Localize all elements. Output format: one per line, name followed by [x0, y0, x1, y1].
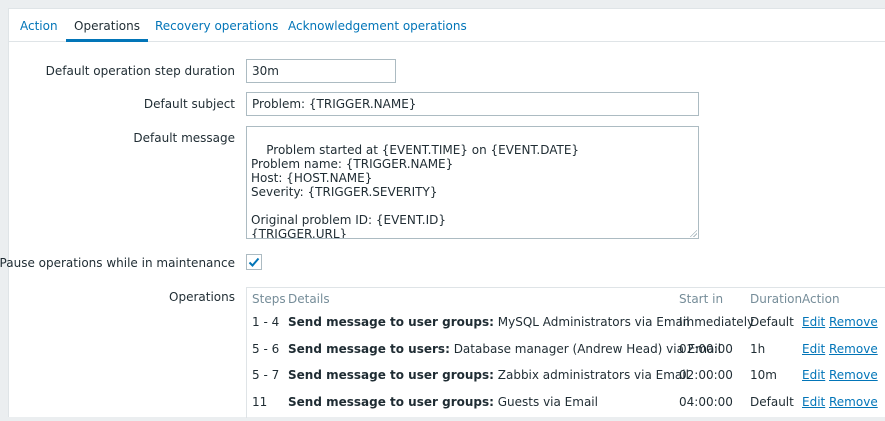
row-start-in: 04:00:00 — [679, 395, 733, 409]
step-duration-input[interactable]: 30m — [246, 59, 396, 83]
row-start-in: 02:00:00 — [679, 342, 733, 356]
row-steps: 5 - 6 — [252, 342, 280, 356]
operation-row: 1 - 4 Send message to user groups: MySQL… — [247, 315, 885, 341]
default-subject-input[interactable]: Problem: {TRIGGER.NAME} — [246, 92, 699, 116]
tab-operations[interactable]: Operations — [66, 9, 148, 42]
remove-link[interactable]: Remove — [829, 395, 878, 409]
step-duration-label: Default operation step duration — [45, 64, 235, 78]
row-steps: 5 - 7 — [252, 368, 280, 382]
row-duration: Default — [750, 395, 794, 409]
default-message-text: Problem started at {EVENT.TIME} on {EVEN… — [251, 143, 580, 239]
tab-action[interactable]: Action — [20, 9, 58, 42]
action-form-panel: Action Operations Recovery operations Ac… — [0, 8, 885, 418]
operation-row: 5 - 6 Send message to users: Database ma… — [247, 342, 885, 368]
remove-link[interactable]: Remove — [829, 342, 878, 356]
row-details-type: Send message to user groups: — [288, 315, 494, 329]
default-message-textarea[interactable]: Problem started at {EVENT.TIME} on {EVEN… — [246, 126, 699, 239]
row-start-in: Immediately — [679, 315, 755, 329]
row-details: Send message to users: Database manager … — [288, 342, 721, 356]
header-action: Action — [802, 292, 840, 306]
tab-acknowledgement-operations[interactable]: Acknowledgement operations — [288, 9, 467, 42]
row-steps: 1 - 4 — [252, 315, 280, 329]
row-duration: 1h — [750, 342, 766, 356]
default-message-label: Default message — [133, 131, 235, 145]
operation-row: 11 Send message to user groups: Guests v… — [247, 395, 885, 421]
row-steps: 11 — [252, 395, 268, 409]
row-details-target: Guests via Email — [493, 395, 598, 409]
header-details: Details — [288, 292, 330, 306]
row-details-type: Send message to user groups: — [288, 395, 494, 409]
resize-grip-icon[interactable] — [689, 229, 697, 237]
row-duration: Default — [750, 315, 794, 329]
row-details-target: MySQL Administrators via Email — [493, 315, 690, 329]
remove-link[interactable]: Remove — [829, 368, 878, 382]
remove-link[interactable]: Remove — [829, 315, 878, 329]
row-duration: 10m — [750, 368, 777, 382]
edit-link[interactable]: Edit — [802, 395, 825, 409]
pause-maintenance-checkbox[interactable] — [246, 254, 262, 270]
edit-link[interactable]: Edit — [802, 342, 825, 356]
operation-row: 5 - 7 Send message to user groups: Zabbi… — [247, 368, 885, 394]
row-start-in: 02:00:00 — [679, 368, 733, 382]
row-details-type: Send message to user groups: — [288, 368, 494, 382]
header-duration: Duration — [750, 292, 803, 306]
tab-recovery-operations[interactable]: Recovery operations — [155, 9, 278, 42]
edit-link[interactable]: Edit — [802, 368, 825, 382]
operations-label: Operations — [169, 290, 235, 304]
row-details-type: Send message to users: — [288, 342, 450, 356]
row-details-target: Zabbix administrators via Email — [493, 368, 689, 382]
header-start-in: Start in — [679, 292, 724, 306]
tab-bar: Action Operations Recovery operations Ac… — [9, 9, 885, 42]
row-details: Send message to user groups: Guests via … — [288, 395, 598, 409]
default-subject-label: Default subject — [143, 97, 235, 111]
checkmark-icon — [248, 257, 260, 267]
row-details: Send message to user groups: Zabbix admi… — [288, 368, 689, 382]
edit-link[interactable]: Edit — [802, 315, 825, 329]
header-steps: Steps — [252, 292, 286, 306]
pause-maintenance-label: Pause operations while in maintenance — [0, 256, 235, 270]
row-details: Send message to user groups: MySQL Admin… — [288, 315, 690, 329]
operations-table: Steps Details Start in Duration Action 1… — [246, 287, 885, 418]
